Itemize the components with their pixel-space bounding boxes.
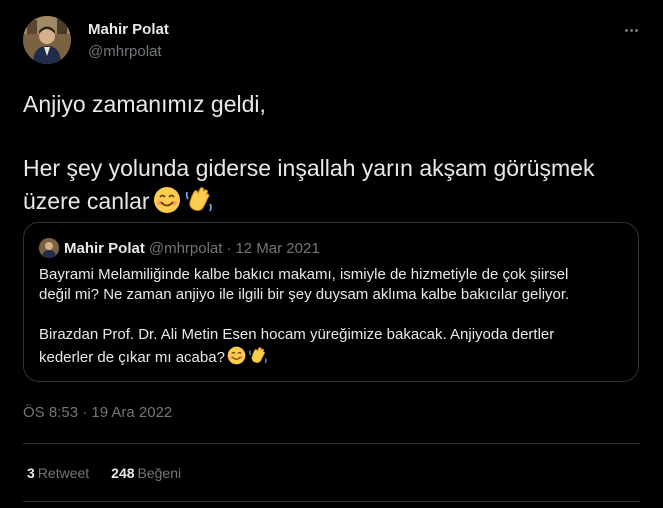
waving-hand-icon bbox=[184, 184, 214, 222]
retweets-label: Retweet bbox=[37, 465, 90, 481]
retweets-count: 3 bbox=[27, 465, 35, 481]
quoted-tweet-text: Bayrami Melamiliğinde kalbe bakıcı makam… bbox=[39, 265, 629, 371]
retweets-stat[interactable]: 3 Retweet bbox=[27, 465, 89, 481]
likes-stat[interactable]: 248 Beğeni bbox=[111, 465, 181, 481]
separator-dot: · bbox=[226, 239, 232, 257]
likes-count: 248 bbox=[111, 465, 135, 481]
quoted-line: değil mi? Ne zaman anjiyo ile ilgili bir… bbox=[39, 286, 570, 303]
tweet-text: Anjiyo zamanımız geldi, Her şey yolunda … bbox=[23, 88, 648, 222]
author-avatar[interactable] bbox=[23, 16, 71, 64]
quoted-tweet[interactable]: Mahir Polat @mhrpolat · 12 Mar 2021 Bayr… bbox=[23, 222, 639, 382]
quoted-line-text: kederler de çıkar mı acaba? bbox=[39, 349, 225, 366]
quoted-tweet-header: Mahir Polat @mhrpolat · 12 Mar 2021 bbox=[39, 237, 320, 259]
quoted-author-name[interactable]: Mahir Polat bbox=[64, 240, 145, 257]
divider bbox=[23, 501, 640, 502]
author-handle[interactable]: @mhrpolat bbox=[88, 43, 162, 60]
tweet-line-last: üzere canlar bbox=[23, 184, 648, 222]
author-name[interactable]: Mahir Polat bbox=[88, 21, 169, 38]
quoted-author-handle[interactable]: @mhrpolat bbox=[149, 240, 223, 257]
smiling-face-icon bbox=[227, 346, 246, 371]
divider bbox=[23, 443, 640, 444]
likes-label: Beğeni bbox=[137, 465, 182, 481]
tweet-line: Anjiyo zamanımız geldi, bbox=[23, 91, 266, 117]
tweet-line: Her şey yolunda giderse inşallah yarın a… bbox=[23, 155, 595, 181]
engagement-stats: 3 Retweet 248 Beğeni bbox=[27, 465, 181, 481]
quoted-tweet-date[interactable]: 12 Mar 2021 bbox=[235, 240, 319, 257]
tweet-timestamp[interactable]: ÖS 8:53 · 19 Ara 2022 bbox=[23, 404, 172, 421]
quoted-author-avatar[interactable] bbox=[39, 238, 59, 258]
quoted-line-last: kederler de çıkar mı acaba? bbox=[39, 345, 629, 371]
waving-hand-icon bbox=[248, 345, 268, 371]
more-options-icon[interactable] bbox=[621, 22, 641, 38]
tweet-line-text: üzere canlar bbox=[23, 188, 150, 214]
quoted-line: Bayrami Melamiliğinde kalbe bakıcı makam… bbox=[39, 266, 569, 283]
quoted-line: Birazdan Prof. Dr. Ali Metin Esen hocam … bbox=[39, 326, 555, 343]
smiling-face-icon bbox=[153, 186, 181, 222]
tweet-detail: Mahir Polat @mhrpolat Anjiyo zamanımız g… bbox=[0, 0, 663, 508]
